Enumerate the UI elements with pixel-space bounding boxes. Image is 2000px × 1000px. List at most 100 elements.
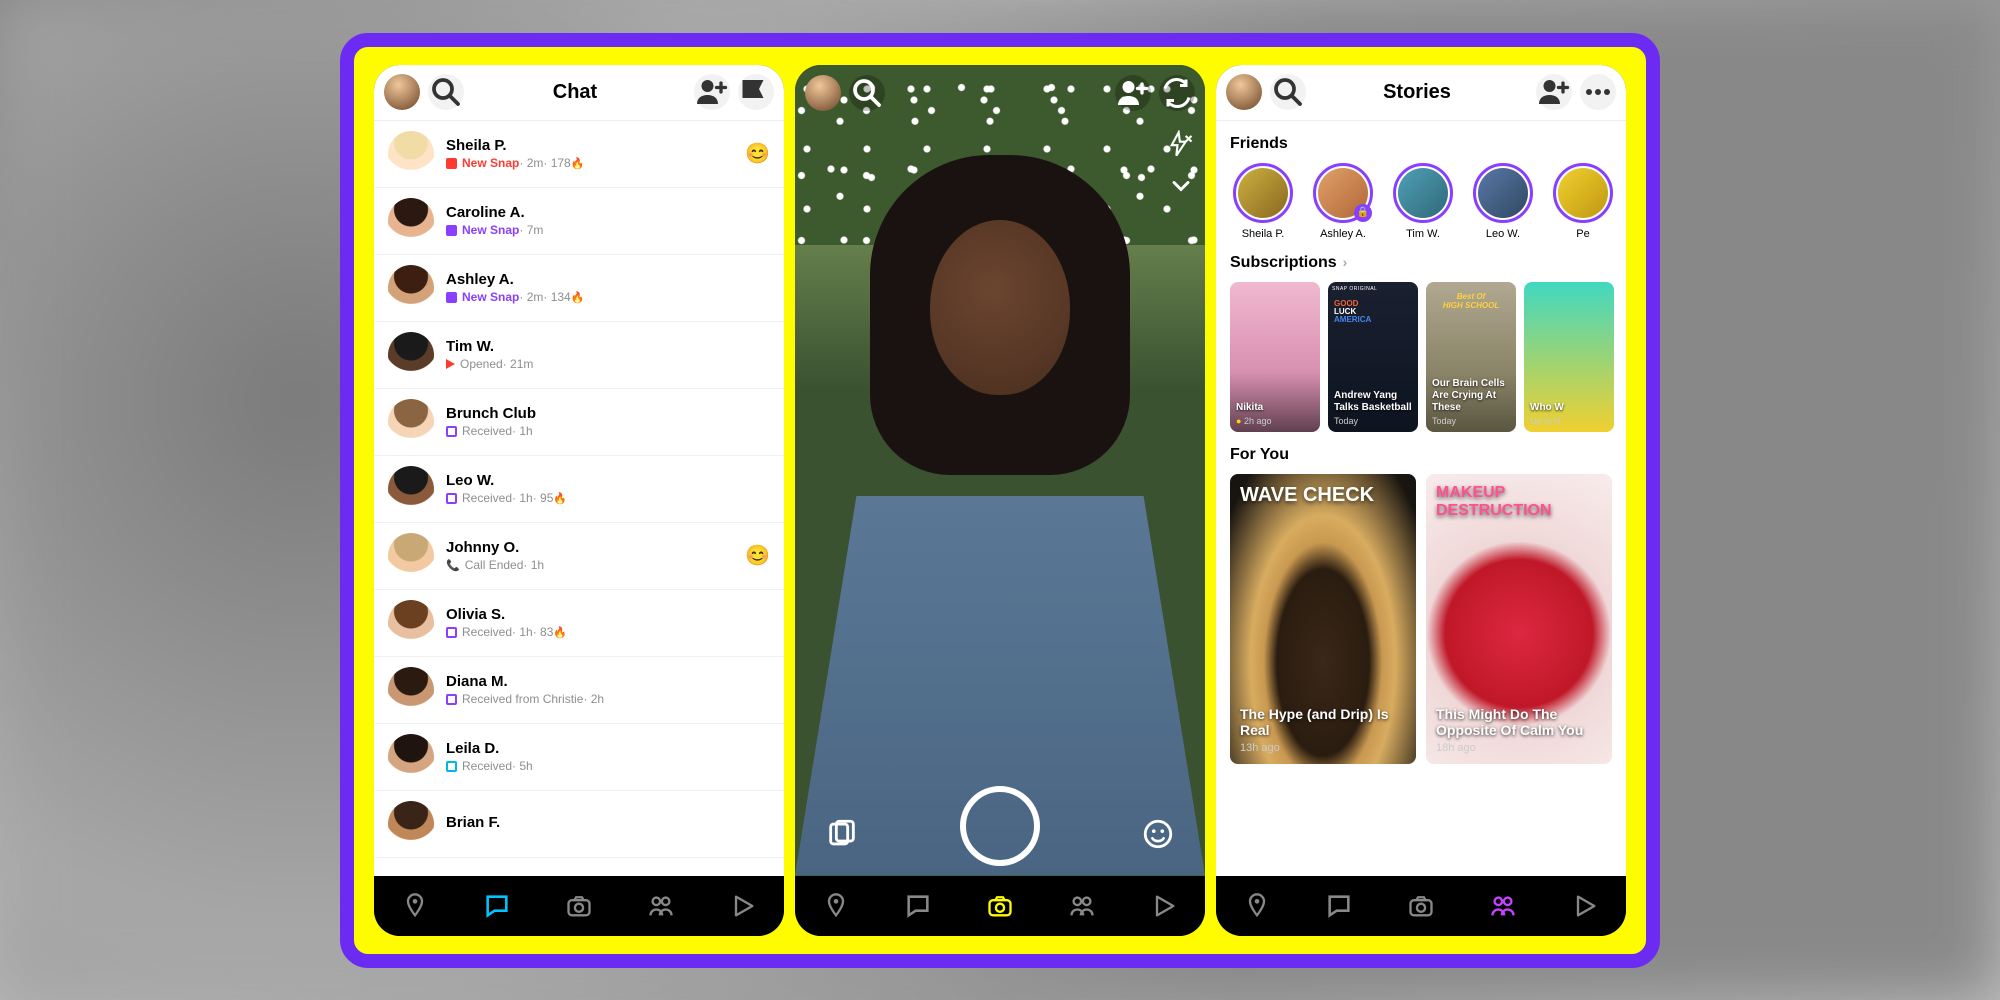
card-title: This Might Do The Opposite Of Calm You [1436,706,1602,738]
lock-icon: 🔒 [1354,204,1372,222]
chat-row[interactable]: Tim W.Opened · 21m [374,322,784,389]
shutter-button[interactable] [960,786,1040,866]
call-icon: 📞 [446,559,460,572]
add-friend-button[interactable] [1115,75,1151,111]
chat-status: Received · 1h [446,424,770,438]
chat-row[interactable]: Sheila P.New Snap · 2m · 178 🔥😊 [374,121,784,188]
fire-icon: 🔥 [553,492,567,505]
nav-spotlight[interactable] [1571,892,1599,920]
profile-avatar[interactable] [384,74,420,110]
friend-avatar[interactable] [388,533,434,579]
chat-row[interactable]: Ashley A.New Snap · 2m · 134 🔥 [374,255,784,322]
add-friend-button[interactable] [694,74,730,110]
chat-info: Brunch ClubReceived · 1h [446,405,770,438]
friends-row[interactable]: Sheila P.🔒Ashley A.Tim W.Leo W. Pe [1230,163,1626,240]
foryou-row[interactable]: WAVE CHECKThe Hype (and Drip) Is Real13h… [1230,474,1626,764]
subscription-card[interactable]: SNAP ORIGINALGOODLUCKAMERICAAndrew Yang … [1328,282,1418,432]
friend-avatar[interactable] [388,801,434,847]
friend-name: Pe [1576,228,1589,240]
sub-time: Today [1334,416,1412,426]
expand-tools-button[interactable] [1167,172,1195,200]
subscriptions-row[interactable]: Nikita● 2h agoSNAP ORIGINALGOODLUCKAMERI… [1230,282,1626,432]
chat-row[interactable]: Brunch ClubReceived · 1h [374,389,784,456]
chat-title: Chat [464,81,686,104]
nav-camera[interactable] [1407,892,1435,920]
nav-stories[interactable] [1068,892,1096,920]
subscription-card[interactable]: Best OfHIGH SCHOOL Our Brain Cells Are Cr… [1426,282,1516,432]
friend-story[interactable]: Tim W. [1390,163,1456,240]
memories-button[interactable] [825,817,859,851]
lens-button[interactable] [1141,817,1175,851]
friend-avatar[interactable] [388,131,434,177]
nav-spotlight[interactable] [1150,892,1178,920]
status-box-icon [446,158,457,169]
chat-row[interactable]: Caroline A.New Snap · 7m [374,188,784,255]
friend-story[interactable]: Pe [1550,163,1616,240]
status-time: · 7m [519,223,543,237]
friend-avatar[interactable] [388,667,434,713]
search-button[interactable] [1270,74,1306,110]
subscription-card[interactable]: Nikita● 2h ago [1230,282,1320,432]
friend-avatar[interactable] [388,332,434,378]
camera-viewfinder[interactable] [795,65,1205,876]
friend-avatar[interactable] [388,600,434,646]
search-button[interactable] [428,74,464,110]
chat-row[interactable]: Johnny O.📞Call Ended · 1h😊 [374,523,784,590]
friend-avatar[interactable] [388,198,434,244]
chat-row[interactable]: Leo W.Received · 1h · 95 🔥 [374,456,784,523]
search-button[interactable] [849,75,885,111]
flip-camera-button[interactable] [1159,75,1195,111]
add-friend-button[interactable] [1536,74,1572,110]
streak-count: · 95 [533,491,554,505]
sub-overlay-text: Best OfHIGH SCHOOL [1430,292,1512,310]
friend-story[interactable]: Sheila P. [1230,163,1296,240]
stories-body[interactable]: Friends Sheila P.🔒Ashley A.Tim W.Leo W. P… [1216,121,1626,876]
profile-avatar[interactable] [1226,74,1262,110]
subscriptions-header[interactable]: Subscriptions › [1230,254,1626,272]
chat-info: Olivia S.Received · 1h · 83 🔥 [446,606,770,639]
chat-row[interactable]: Brian F. [374,791,784,858]
more-button[interactable] [1580,74,1616,110]
sub-title: Our Brain Cells Are Crying At These [1432,378,1510,414]
story-thumbnail [1238,168,1288,218]
subscription-card[interactable]: Who WUp to N [1524,282,1614,432]
story-thumbnail [1558,168,1608,218]
status-time: · 1h [523,558,544,572]
nav-camera[interactable] [986,892,1014,920]
chat-status: Received from Christie · 2h [446,692,770,706]
nav-chat[interactable] [904,892,932,920]
card-time: 13h ago [1240,742,1406,754]
nav-map[interactable] [1243,892,1271,920]
nav-map[interactable] [401,892,429,920]
search-icon [1270,74,1306,110]
nav-chat[interactable] [1325,892,1353,920]
chat-row[interactable]: Leila D.Received · 5h [374,724,784,791]
friend-name: Olivia S. [446,606,770,623]
chat-list[interactable]: Sheila P.New Snap · 2m · 178 🔥😊Caroline … [374,121,784,876]
new-chat-icon [738,74,774,110]
foryou-card[interactable]: WAVE CHECKThe Hype (and Drip) Is Real13h… [1230,474,1416,764]
chat-row[interactable]: Diana M.Received from Christie · 2h [374,657,784,724]
profile-avatar[interactable] [805,75,841,111]
friends-header: Friends [1230,135,1626,153]
status-label: Received [462,491,512,505]
friend-story[interactable]: Leo W. [1470,163,1536,240]
nav-chat[interactable] [483,892,511,920]
friend-avatar[interactable] [388,399,434,445]
friend-avatar[interactable] [388,265,434,311]
flash-button[interactable] [1167,130,1195,158]
nav-stories[interactable] [1489,892,1517,920]
chat-row[interactable]: Olivia S.Received · 1h · 83 🔥 [374,590,784,657]
nav-spotlight[interactable] [729,892,757,920]
nav-camera[interactable] [565,892,593,920]
nav-map[interactable] [822,892,850,920]
friend-avatar[interactable] [388,466,434,512]
friend-avatar[interactable] [388,734,434,780]
nav-stories[interactable] [647,892,675,920]
foryou-card[interactable]: MAKEUP DESTRUCTIONThis Might Do The Oppo… [1426,474,1612,764]
new-chat-button[interactable] [738,74,774,110]
friend-story[interactable]: 🔒Ashley A. [1310,163,1376,240]
foryou-header: For You [1230,446,1626,464]
friend-name: Johnny O. [446,539,745,556]
chat-status: New Snap · 7m [446,223,770,237]
